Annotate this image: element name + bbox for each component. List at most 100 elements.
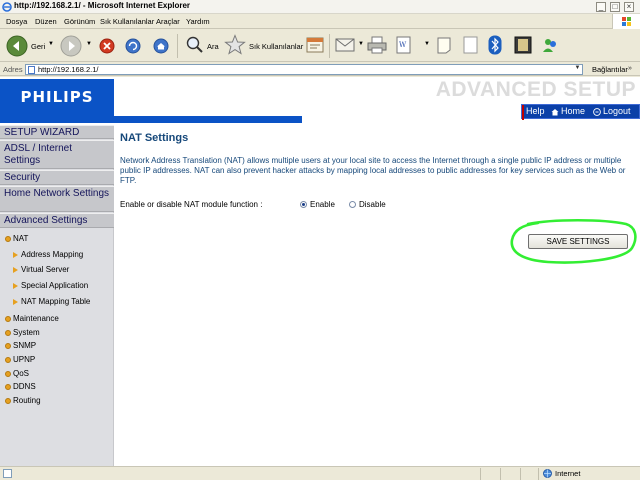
- sidebar-item-virtual-server[interactable]: Virtual Server: [21, 265, 69, 274]
- svg-text:W: W: [399, 41, 407, 49]
- sidebar-item-upnp[interactable]: UPNP: [13, 355, 35, 364]
- home-icon[interactable]: [153, 38, 169, 54]
- bullet-icon: [5, 343, 11, 349]
- home-link[interactable]: Home: [561, 106, 585, 116]
- nav-red-divider: [522, 105, 524, 120]
- sidebar-item-nat-mapping-table[interactable]: NAT Mapping Table: [21, 297, 90, 306]
- logout-icon[interactable]: [593, 108, 601, 116]
- internet-explorer-icon: [2, 2, 12, 12]
- favorites-star-icon[interactable]: [224, 34, 246, 56]
- address-input[interactable]: http://192.168.2.1/ ▼: [25, 64, 583, 75]
- page-title: NAT Settings: [120, 132, 189, 144]
- address-url[interactable]: http://192.168.2.1/: [38, 65, 98, 74]
- mail-icon[interactable]: [335, 37, 357, 53]
- sidebar-advanced-settings[interactable]: Advanced Settings: [0, 213, 114, 228]
- research-book-icon[interactable]: [514, 36, 532, 54]
- page-status-icon: [3, 469, 12, 478]
- logout-link[interactable]: Logout: [603, 106, 631, 116]
- sidebar-adsl-internet[interactable]: ADSL / Internet Settings: [0, 140, 114, 169]
- status-bar: Internet: [0, 466, 640, 480]
- address-dropdown-icon[interactable]: ▼: [573, 65, 582, 74]
- sidebar-item-qos[interactable]: QoS: [13, 369, 29, 378]
- messenger-people-icon[interactable]: [541, 36, 559, 54]
- internet-globe-icon: [543, 469, 552, 478]
- window-title: http://192.168.2.1/ - Microsoft Internet…: [14, 1, 191, 10]
- sidebar-item-nat[interactable]: NAT: [13, 234, 28, 243]
- sidebar: SETUP WIZARD ADSL / Internet Settings Se…: [0, 125, 114, 466]
- edit-dropdown-icon[interactable]: ▼: [424, 41, 430, 47]
- sidebar-home-network[interactable]: Home Network Settings: [0, 186, 114, 212]
- sidebar-item-special-application[interactable]: Special Application: [21, 281, 88, 290]
- home-nav-icon[interactable]: [551, 108, 559, 116]
- sidebar-item-routing[interactable]: Routing: [13, 396, 41, 405]
- menu-tools[interactable]: Araçlar: [156, 17, 180, 26]
- sidebar-item-label: Security: [4, 172, 41, 183]
- status-divider: [538, 468, 539, 480]
- back-arrow-icon[interactable]: [6, 35, 28, 57]
- history-icon[interactable]: [306, 36, 324, 54]
- enable-label[interactable]: Enable: [310, 200, 335, 209]
- back-dropdown-icon[interactable]: ▼: [48, 41, 54, 47]
- security-zone-label: Internet: [555, 469, 581, 478]
- arrow-bullet-icon: [13, 252, 18, 258]
- print-icon[interactable]: [367, 36, 387, 54]
- search-icon[interactable]: [185, 35, 205, 55]
- bullet-icon: [5, 330, 11, 336]
- help-link[interactable]: Help: [526, 106, 545, 116]
- messenger-icon[interactable]: [463, 36, 479, 54]
- philips-logo: PHILIPS: [20, 88, 94, 106]
- title-bar: http://192.168.2.1/ - Microsoft Internet…: [0, 0, 640, 14]
- maximize-button[interactable]: □: [610, 2, 620, 12]
- back-label[interactable]: Geri: [31, 42, 45, 51]
- search-label[interactable]: Ara: [207, 42, 219, 51]
- sidebar-item-system[interactable]: System: [13, 328, 40, 337]
- edit-word-icon[interactable]: W: [396, 36, 412, 54]
- sidebar-item-snmp[interactable]: SNMP: [13, 341, 36, 350]
- forward-arrow-icon[interactable]: [60, 35, 82, 57]
- sidebar-item-address-mapping[interactable]: Address Mapping: [21, 250, 83, 259]
- stop-icon[interactable]: [99, 38, 115, 54]
- philips-logo-block: PHILIPS: [0, 79, 114, 116]
- menu-file[interactable]: Dosya: [6, 17, 27, 26]
- menu-help[interactable]: Yardım: [186, 17, 210, 26]
- arrow-bullet-icon: [13, 299, 18, 305]
- close-button[interactable]: ×: [624, 2, 634, 12]
- links-label[interactable]: Bağlantılar: [592, 65, 628, 74]
- arrow-bullet-icon: [13, 283, 18, 289]
- forward-dropdown-icon[interactable]: ▼: [86, 41, 92, 47]
- bullet-icon: [5, 236, 11, 242]
- nat-description: Network Address Translation (NAT) allows…: [120, 156, 626, 185]
- windows-logo: [612, 14, 640, 29]
- sidebar-item-ddns[interactable]: DDNS: [13, 382, 36, 391]
- bluetooth-icon[interactable]: [488, 35, 502, 55]
- refresh-icon[interactable]: [125, 38, 141, 54]
- minimize-button[interactable]: _: [596, 2, 606, 12]
- discuss-icon[interactable]: [435, 36, 453, 54]
- toolbar-separator: [329, 34, 330, 58]
- disable-radio[interactable]: [349, 201, 356, 208]
- sidebar-setup-wizard[interactable]: SETUP WIZARD: [0, 125, 114, 139]
- sidebar-item-label: ADSL / Internet Settings: [4, 143, 72, 166]
- nat-option-label: Enable or disable NAT module function :: [120, 200, 263, 209]
- menu-view[interactable]: Görünüm: [64, 17, 95, 26]
- bullet-icon: [5, 357, 11, 363]
- favorites-label[interactable]: Sık Kullanılanlar: [249, 42, 303, 51]
- menu-edit[interactable]: Düzen: [35, 17, 57, 26]
- enable-radio[interactable]: [300, 201, 307, 208]
- browser-viewport: PHILIPS ADVANCED SETUP Help Home Logout …: [0, 77, 640, 466]
- sidebar-item-maintenance[interactable]: Maintenance: [13, 314, 59, 323]
- router-header: PHILIPS ADVANCED SETUP Help Home Logout: [0, 77, 640, 123]
- top-nav: Help Home Logout: [521, 104, 640, 120]
- advanced-setup-banner: ADVANCED SETUP: [435, 78, 636, 101]
- menu-favorites[interactable]: Sık Kullanılanlar: [100, 17, 154, 26]
- bullet-icon: [5, 371, 11, 377]
- sidebar-item-label: SETUP WIZARD: [4, 127, 80, 138]
- links-chevron-icon[interactable]: »: [628, 65, 632, 72]
- sidebar-security[interactable]: Security: [0, 170, 114, 185]
- mail-dropdown-icon[interactable]: ▼: [358, 41, 364, 47]
- bullet-icon: [5, 398, 11, 404]
- disable-label[interactable]: Disable: [359, 200, 386, 209]
- main-content: NAT Settings Network Address Translation…: [120, 125, 635, 466]
- status-divider: [480, 468, 481, 480]
- bullet-icon: [5, 384, 11, 390]
